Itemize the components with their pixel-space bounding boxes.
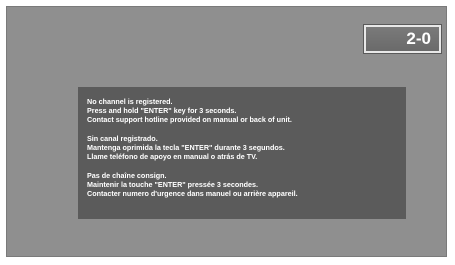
no-channel-message-panel: No channel is registered. Press and hold… <box>78 87 406 219</box>
message-line: Mantenga oprimida la tecla "ENTER" duran… <box>87 143 285 152</box>
message-line: Maintenir la touche "ENTER" pressée 3 se… <box>87 180 258 189</box>
channel-number-display: 2-0 <box>363 24 442 54</box>
message-english: No channel is registered. Press and hold… <box>87 97 406 124</box>
message-line: Sin canal registrado. <box>87 134 158 143</box>
message-french: Pas de chaîne consign. Maintenir la touc… <box>87 171 406 198</box>
message-spanish: Sin canal registrado. Mantenga oprimida … <box>87 134 406 161</box>
tv-screen: 2-0 No channel is registered. Press and … <box>6 6 447 257</box>
message-line: No channel is registered. <box>87 97 173 106</box>
message-line: Press and hold "ENTER" key for 3 seconds… <box>87 106 237 115</box>
message-line: Llame teléfono de apoyo en manual o atrá… <box>87 152 258 161</box>
message-line: Contact support hotline provided on manu… <box>87 115 292 124</box>
message-line: Pas de chaîne consign. <box>87 171 167 180</box>
message-line: Contacter numero d'urgence dans manuel o… <box>87 189 298 198</box>
